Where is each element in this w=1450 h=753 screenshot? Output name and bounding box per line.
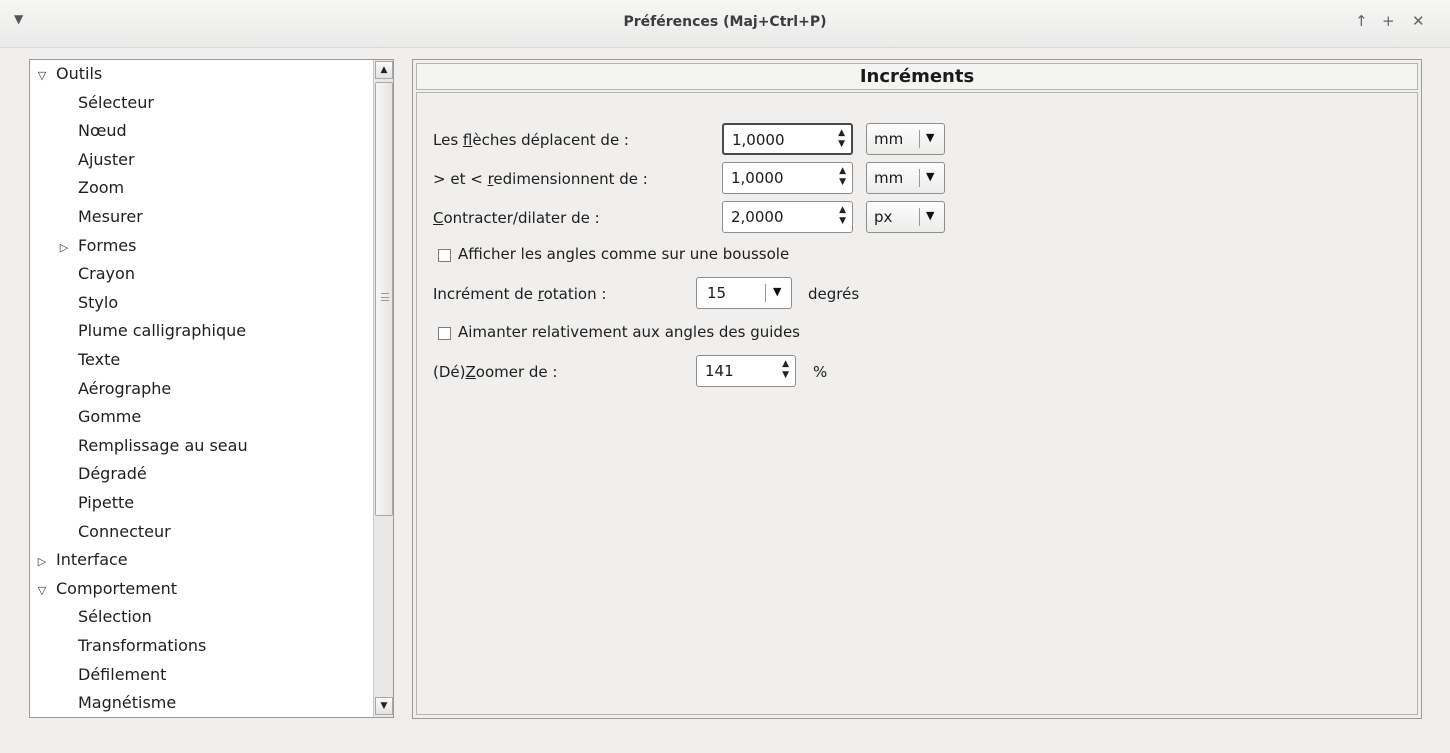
tree-item[interactable]: Texte [56, 346, 120, 374]
arrow-keys-unit-select[interactable]: mm ▼ [866, 123, 945, 155]
chevron-down-icon: ▼ [926, 170, 935, 183]
tree-item-label: Outils [56, 64, 103, 83]
zoom-spinbox[interactable]: 141 ▲ ▼ [696, 355, 796, 387]
tree-item[interactable]: ▷ Formes [56, 232, 137, 262]
scale-spinbox[interactable]: 1,0000 ▲ ▼ [722, 162, 853, 194]
window-title: Préférences (Maj+Ctrl+P) [623, 14, 827, 30]
chevron-down-icon: ▼ [773, 285, 782, 298]
chevron-down-icon: ▼ [926, 209, 935, 222]
compass-checkbox[interactable] [438, 249, 451, 262]
expander-expanded-icon[interactable]: ▽ [34, 577, 50, 605]
spin-arrows-icon[interactable]: ▲ ▼ [839, 166, 846, 188]
spin-arrows-icon[interactable]: ▲ ▼ [838, 128, 845, 150]
tree-item[interactable]: Zoom [56, 174, 124, 202]
preferences-tree: ▽ Outils Sélecteur Nœud Ajuster Zoom Mesurer ▷ F… [29, 59, 394, 718]
tree-item[interactable]: Transformations [56, 632, 206, 660]
tree-item[interactable]: Connecteur [56, 518, 171, 546]
tree-item[interactable]: Ajuster [56, 146, 135, 174]
rotation-unit: degrés [808, 285, 860, 303]
tree-scrollbar[interactable]: ▲ ▼ [373, 60, 393, 717]
tree-item[interactable]: Crayon [56, 260, 135, 288]
tree-item[interactable]: Magnétisme [56, 689, 176, 717]
tree-item[interactable]: Mesurer [56, 203, 143, 231]
tree-item[interactable]: Sélecteur [56, 89, 154, 117]
tree-item-label: Aérographe [78, 378, 172, 398]
tree-item-label: Transformations [78, 636, 207, 655]
rotation-label: Incrément de rotation : [433, 285, 607, 303]
tree-item-label: Défilement [78, 664, 167, 684]
grip-icon [381, 293, 389, 301]
zoom-label: (Dé)Zoomer de : [433, 363, 558, 381]
rotation-select[interactable]: 15 ▼ [696, 277, 792, 309]
tree-item-label: Stylo [78, 292, 119, 312]
tree-item[interactable]: Stylo [56, 289, 118, 317]
tree-item[interactable]: Dégradé [56, 460, 147, 488]
tree-item-label: Texte [78, 350, 121, 369]
compass-label[interactable]: Afficher les angles comme sur une bousso… [458, 245, 789, 263]
tree-item[interactable]: ▽ Outils [34, 60, 102, 88]
close-icon[interactable]: ✕ [1412, 12, 1425, 30]
panel-content: Les flèches déplacent de : 1,0000 ▲ ▼ mm … [416, 92, 1418, 715]
chevron-down-icon: ▼ [926, 131, 935, 144]
tree-item-label: Formes [78, 235, 137, 255]
expander-collapsed-icon[interactable]: ▷ [34, 548, 50, 576]
increments-panel: Incréments Les flèches déplacent de : 1,… [412, 59, 1422, 719]
spin-arrows-icon[interactable]: ▲ ▼ [782, 359, 789, 381]
tree-item-label: Nœud [78, 121, 127, 141]
preferences-window: ▽ Outils Sélecteur Nœud Ajuster Zoom Mesurer ▷ F… [0, 48, 1450, 753]
tree-item-label: Pipette [78, 493, 135, 512]
tree-item-label: Plume calligraphique [78, 321, 247, 341]
tree-item[interactable]: Remplissage au seau [56, 432, 248, 460]
tree-item-label: Sélection [78, 607, 152, 627]
arrow-keys-spinbox[interactable]: 1,0000 ▲ ▼ [722, 123, 853, 155]
tree-item-label: Zoom [78, 178, 125, 198]
tree-item-label: Comportement [56, 578, 178, 598]
scale-unit-select[interactable]: mm ▼ [866, 162, 945, 194]
scroll-thumb[interactable] [375, 82, 393, 516]
scroll-up-button[interactable]: ▲ [375, 61, 393, 79]
expander-expanded-icon[interactable]: ▽ [34, 62, 50, 90]
tree-item-label: Connecteur [78, 521, 171, 541]
tree-item[interactable]: Pipette [56, 489, 134, 517]
guides-checkbox[interactable] [438, 327, 451, 340]
expander-collapsed-icon[interactable]: ▷ [56, 234, 72, 262]
tree-item-label: Dégradé [78, 464, 147, 484]
tree-item[interactable]: Nœud [56, 117, 127, 145]
inset-spinbox[interactable]: 2,0000 ▲ ▼ [722, 201, 853, 233]
tree-item[interactable]: Plume calligraphique [56, 317, 246, 345]
tree-item[interactable]: Défilement [56, 661, 166, 689]
inset-label: Contracter/dilater de : [433, 209, 600, 227]
tree-item-label: Crayon [78, 264, 135, 284]
inset-unit-select[interactable]: px ▼ [866, 201, 945, 233]
title-bar: ▼ Préférences (Maj+Ctrl+P) ↑ + ✕ [0, 0, 1450, 48]
spin-arrows-icon[interactable]: ▲ ▼ [839, 205, 846, 227]
guides-label[interactable]: Aimanter relativement aux angles des gui… [458, 323, 800, 341]
tree-item[interactable]: Aérographe [56, 375, 171, 403]
tree-item[interactable]: ▷ Interface [34, 546, 128, 574]
scroll-down-button[interactable]: ▼ [375, 697, 393, 715]
panel-title: Incréments [416, 63, 1418, 90]
up-arrow-icon[interactable]: ↑ [1355, 12, 1368, 30]
arrow-keys-label: Les flèches déplacent de : [433, 131, 629, 149]
scale-label: > et < redimensionnent de : [433, 170, 648, 188]
tree-item-label: Interface [56, 550, 128, 570]
tree-item-label: Gomme [78, 407, 142, 427]
tree-item-label: Magnétisme [78, 693, 177, 713]
tree-item[interactable]: Gomme [56, 403, 141, 431]
tree-item[interactable]: ▽ Comportement [34, 575, 177, 603]
zoom-unit: % [813, 363, 828, 381]
tree-item-label: Remplissage au seau [78, 435, 248, 455]
tree-item[interactable]: Sélection [56, 603, 152, 631]
maximize-icon[interactable]: + [1382, 12, 1395, 30]
tree-item-label: Ajuster [78, 149, 135, 169]
tree-item-label: Mesurer [78, 207, 143, 226]
tree-item-label: Sélecteur [78, 92, 154, 112]
